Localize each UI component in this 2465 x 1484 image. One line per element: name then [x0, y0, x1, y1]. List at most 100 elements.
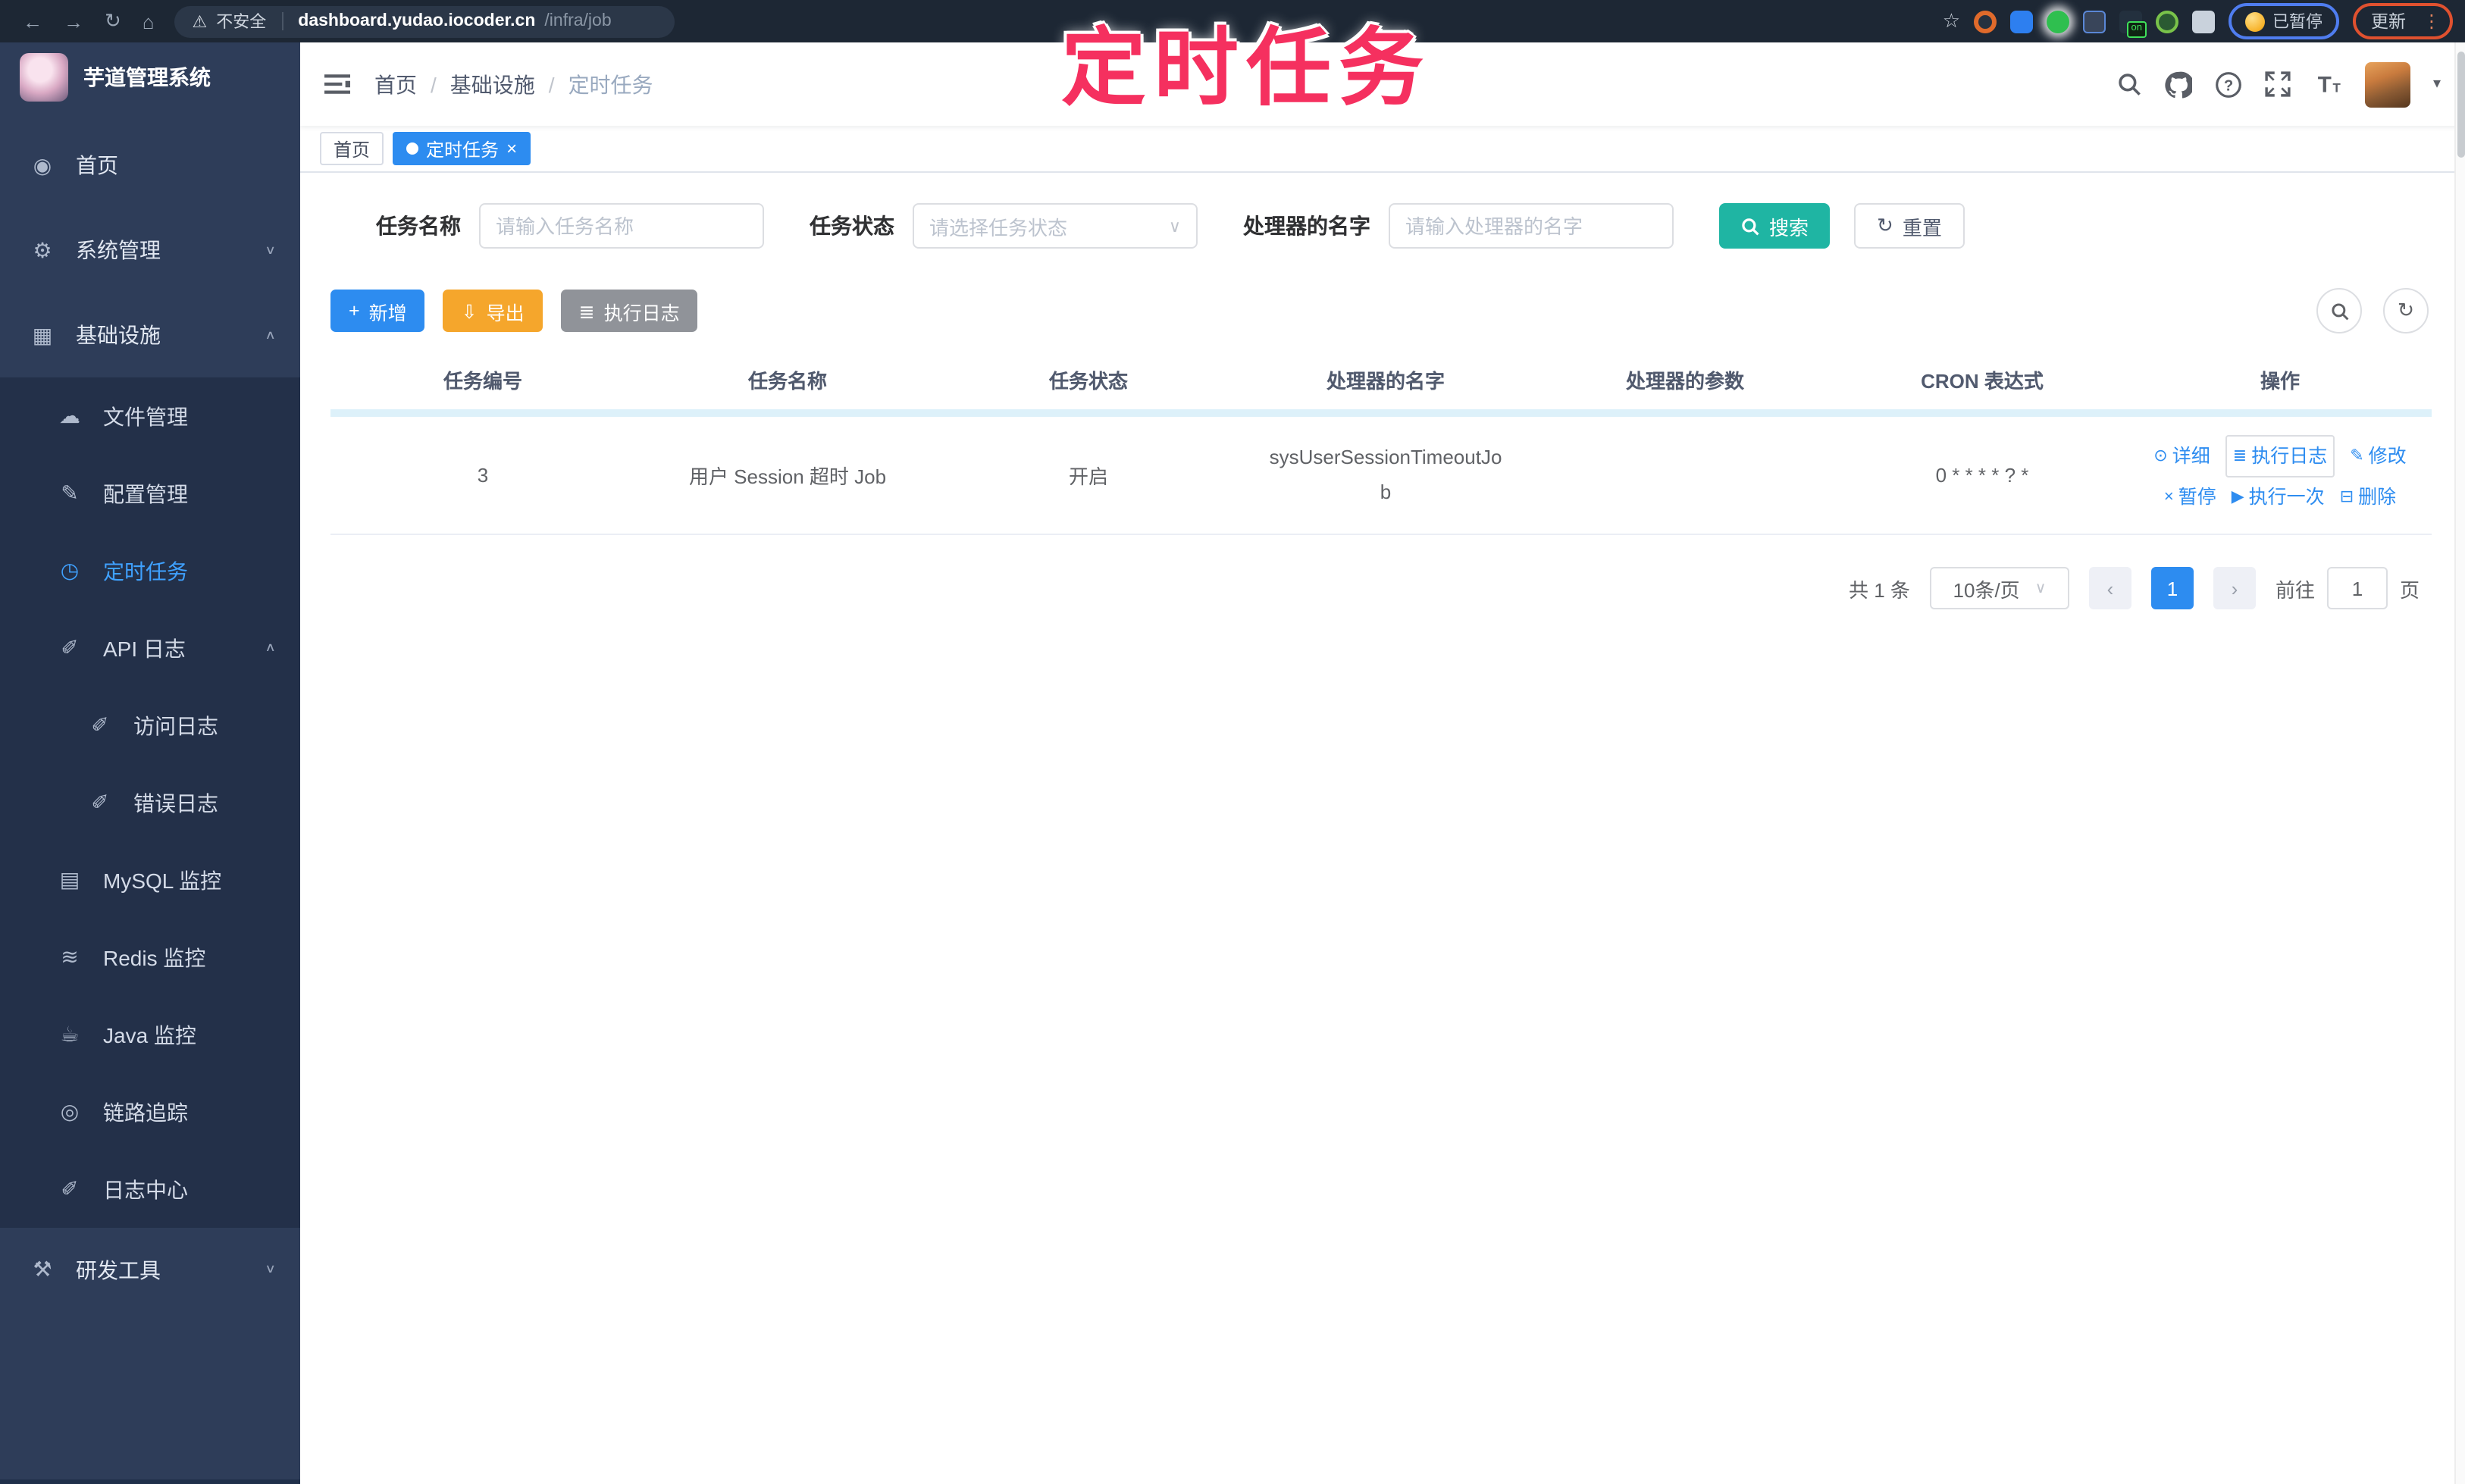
fullscreen-icon[interactable] [2265, 71, 2291, 97]
breadcrumb-home[interactable]: 首页 [374, 69, 417, 99]
table-row: 3 用户 Session 超时 Job 开启 sysUserSessionTim… [330, 417, 2432, 535]
extension-icon-plant[interactable] [2156, 10, 2178, 33]
security-label[interactable]: 不安全 [216, 9, 266, 33]
sidebar-item-tracing[interactable]: ◎ 链路追踪 [0, 1073, 300, 1151]
table-header-row: 任务编号 任务名称 任务状态 处理器的名字 处理器的参数 CRON 表达式 操作 [330, 349, 2432, 409]
exec-log-button-label: 执行日志 [603, 302, 680, 324]
next-page-button[interactable]: › [2213, 567, 2256, 609]
task-name-input[interactable] [479, 203, 764, 249]
pause-link[interactable]: × 暂停 [2164, 477, 2216, 516]
list-icon: ≣ [2232, 446, 2247, 465]
chevron-down-icon: ∨ [1168, 218, 1181, 236]
extension-icon-green[interactable] [2047, 10, 2069, 33]
recorder-paused-badge[interactable]: 已暂停 [2236, 8, 2332, 35]
browser-home-button[interactable]: ⌂ [143, 10, 155, 33]
sidebar-item-scheduled-tasks[interactable]: ◷ 定时任务 [0, 532, 300, 609]
sidebar-item-mysql-monitor[interactable]: ▤ MySQL 监控 [0, 841, 300, 919]
sidebar-item-config-management[interactable]: ✎ 配置管理 [0, 455, 300, 532]
sidebar-item-log-center[interactable]: ✐ 日志中心 [0, 1151, 300, 1228]
eye-icon: ◎ [60, 1099, 80, 1123]
extension-icon-blue[interactable] [2010, 10, 2033, 33]
sidebar-item-system[interactable]: ⚙ 系统管理 ∨ [0, 208, 300, 293]
browser-reload-button[interactable]: ↻ [105, 9, 121, 33]
address-bar[interactable]: ⚠ 不安全 dashboard.yudao.iocoder.cn/infra/j… [174, 5, 675, 37]
sidebar-item-label: 定时任务 [103, 559, 188, 583]
sidebar-item-label: API 日志 [103, 636, 186, 660]
search-button[interactable]: 搜索 [1719, 203, 1831, 249]
run-once-link[interactable]: ▶ 执行一次 [2232, 477, 2325, 516]
sidebar-item-error-log[interactable]: ✐ 错误日志 [0, 764, 300, 841]
row-exec-log-link[interactable]: ≣ 执行日志 [2225, 434, 2335, 477]
sidebar-item-api-log[interactable]: ✐ API 日志 ∧ [0, 609, 300, 687]
browser-toolbar-right: ☆ on 已暂停 更新 ⋮ [1943, 3, 2453, 39]
sidebar-item-label: Java 监控 [103, 1022, 196, 1047]
extension-icon-grid[interactable] [2083, 10, 2106, 33]
sidebar-item-label: 链路追踪 [103, 1100, 188, 1124]
sidebar-item-access-log[interactable]: ✐ 访问日志 [0, 687, 300, 764]
tag-scheduled-tasks[interactable]: 定时任务 × [393, 132, 531, 165]
task-status-select[interactable]: 请选择任务状态 ∨ [913, 203, 1198, 249]
close-icon[interactable]: × [506, 139, 517, 158]
caret-down-icon[interactable]: ▾ [2433, 76, 2441, 92]
detail-link[interactable]: ⊙ 详细 [2153, 436, 2210, 475]
sidebar-item-file-management[interactable]: ☁ 文件管理 [0, 377, 300, 455]
header-highlight-strip [330, 409, 2432, 417]
gear-icon: ⚙ [33, 237, 52, 261]
sidebar: 芋道管理系统 ◉ 首页 ⚙ 系统管理 ∨ ▦ 基础设施 ∧ ☁ 文件管理 ✎ 配… [0, 42, 300, 1484]
breadcrumb-infrastructure[interactable]: 基础设施 [450, 69, 535, 99]
handler-name-input[interactable] [1389, 203, 1674, 249]
app-logo-row[interactable]: 芋道管理系统 [0, 42, 300, 112]
browser-back-button[interactable]: ← [23, 10, 42, 33]
task-status-label: 任务状态 [810, 214, 894, 238]
exec-log-button[interactable]: ≣ 执行日志 [560, 290, 698, 332]
github-icon[interactable] [2165, 70, 2192, 98]
page-unit-label: 页 [2399, 578, 2420, 601]
search-icon[interactable] [2116, 71, 2142, 97]
sidebar-item-infrastructure[interactable]: ▦ 基础设施 ∧ [0, 293, 300, 377]
main-content: 任务名称 任务状态 请选择任务状态 ∨ 处理器的名字 搜索 ↻ 重置 + 新增 [300, 173, 2465, 1484]
prev-page-button[interactable]: ‹ [2088, 567, 2131, 609]
reset-button[interactable]: ↻ 重置 [1854, 203, 1965, 249]
chevron-down-icon: ∨ [2034, 580, 2047, 596]
browser-forward-button[interactable]: → [64, 10, 83, 33]
search-button-label: 搜索 [1769, 216, 1809, 239]
avatar[interactable] [2364, 61, 2410, 107]
window-scrollbar[interactable] [2454, 42, 2465, 1484]
tag-home[interactable]: 首页 [320, 132, 384, 165]
goto-page-input[interactable] [2326, 567, 2388, 609]
paused-label: 已暂停 [2272, 14, 2322, 32]
cell-task-name: 用户 Session 超时 Job [688, 465, 887, 488]
page-size-select[interactable]: 10条/页 ∨ [1929, 567, 2069, 609]
table-toolbar: + 新增 ⇩ 导出 ≣ 执行日志 [330, 290, 698, 332]
infrastructure-submenu: ☁ 文件管理 ✎ 配置管理 ◷ 定时任务 ✐ API 日志 ∧ ✐ 访问日志 ✐… [0, 377, 300, 1228]
task-name-label: 任务名称 [376, 214, 461, 238]
sidebar-item-home[interactable]: ◉ 首页 [0, 123, 300, 208]
sidebar-item-dev-tools[interactable]: ⚒ 研发工具 ∨ [0, 1228, 300, 1311]
cell-handler-name: sysUserSessionTimeoutJob [1269, 446, 1502, 502]
extensions-puzzle-icon[interactable] [2192, 10, 2215, 33]
refresh-table-button[interactable]: ↻ [2383, 288, 2429, 333]
current-page-button[interactable]: 1 [2150, 567, 2194, 609]
add-button-label: 新增 [368, 302, 407, 324]
browser-update-button[interactable]: 更新 [2365, 8, 2412, 35]
column-header: 任务状态 [1048, 369, 1128, 392]
toggle-search-button[interactable] [2316, 288, 2362, 333]
sidebar-toggle-hamburger-icon[interactable] [324, 71, 350, 97]
extension-icon-on[interactable]: on [2119, 10, 2147, 37]
export-button-label: 导出 [486, 302, 525, 324]
font-size-icon[interactable]: TT [2313, 71, 2342, 97]
extension-icon-orange[interactable] [1974, 10, 1997, 33]
help-icon[interactable]: ? [2215, 70, 2242, 98]
sidebar-item-redis-monitor[interactable]: ≋ Redis 监控 [0, 919, 300, 996]
scrollbar-thumb[interactable] [2457, 52, 2464, 158]
delete-link[interactable]: ⊟ 删除 [2340, 477, 2396, 516]
svg-text:T: T [2332, 81, 2341, 95]
sidebar-item-label: 错误日志 [133, 791, 218, 815]
bookmark-star-icon[interactable]: ☆ [1943, 9, 1960, 33]
infrastructure-icon: ▦ [32, 322, 53, 346]
edit-link[interactable]: ✎ 修改 [2350, 436, 2406, 475]
sidebar-item-java-monitor[interactable]: ☕ Java 监控 [0, 996, 300, 1073]
add-button[interactable]: + 新增 [330, 290, 425, 332]
browser-menu-icon[interactable]: ⋮ [2423, 11, 2441, 32]
export-button[interactable]: ⇩ 导出 [443, 290, 543, 332]
